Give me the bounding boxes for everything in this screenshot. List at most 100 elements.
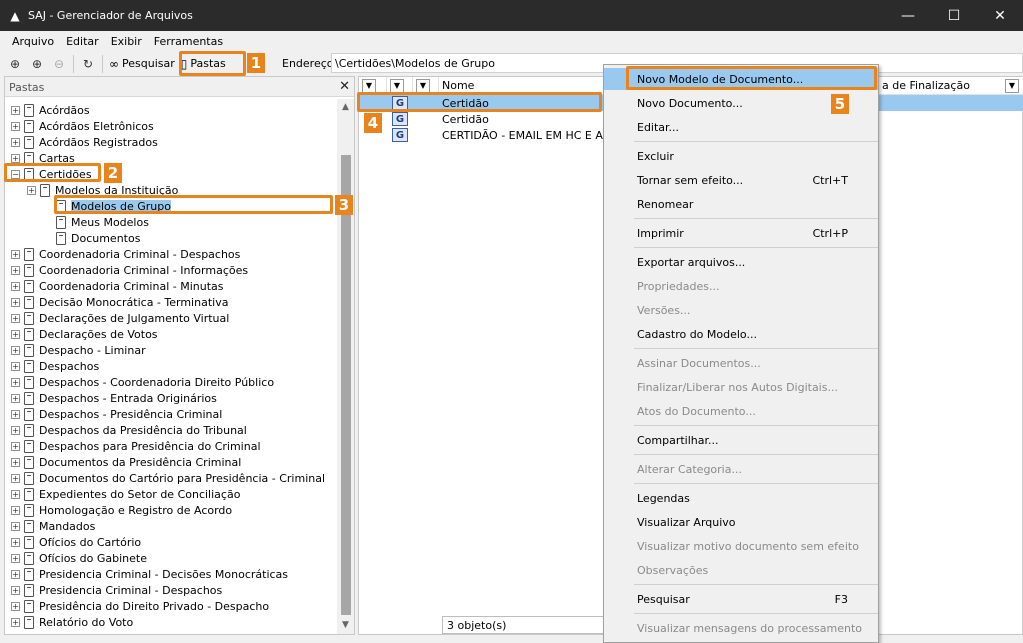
tree-item[interactable]: + Despacho - Liminar — [11, 342, 146, 358]
expand-icon[interactable]: + — [11, 377, 20, 387]
tree-item[interactable]: + Declarações de Julgamento Virtual — [11, 310, 229, 326]
menu-item-template-registry[interactable]: Cadastro do Modelo... — [604, 323, 878, 345]
collapse-icon[interactable]: − — [11, 169, 20, 179]
tree-item[interactable]: + Declarações de Votos — [11, 326, 158, 342]
tree-item[interactable]: + Despachos da Presidência do Tribunal — [11, 422, 247, 438]
add-icon[interactable]: ⊕ — [26, 53, 48, 75]
tree-item[interactable]: + Documentos da Presidência Criminal — [11, 454, 241, 470]
expand-icon[interactable]: + — [11, 329, 20, 339]
close-panel-icon[interactable]: ✕ — [339, 79, 350, 94]
tree-item[interactable]: + Despachos - Presidência Criminal — [11, 406, 222, 422]
tree-item[interactable]: Modelos de Grupo — [43, 198, 171, 214]
menu-item-view-void-reason[interactable]: Visualizar motivo documento sem efeito — [604, 535, 878, 557]
menu-item-rename[interactable]: Renomear — [604, 193, 878, 215]
expand-icon[interactable]: + — [11, 281, 20, 291]
expand-icon[interactable]: + — [11, 393, 20, 403]
menu-item-share[interactable]: Compartilhar... — [604, 429, 878, 451]
expand-icon[interactable]: + — [11, 569, 20, 579]
menu-item-export[interactable]: Exportar arquivos... — [604, 251, 878, 273]
tree-item[interactable]: − Certidões — [11, 166, 92, 182]
tree-item[interactable]: + Acórdãos Eletrônicos — [11, 118, 154, 134]
tree-item[interactable]: + Decisão Monocrática - Terminativa — [11, 294, 228, 310]
menu-item-sign[interactable]: Assinar Documentos... — [604, 352, 878, 374]
expand-icon[interactable]: + — [11, 425, 20, 435]
expand-icon[interactable]: + — [11, 489, 20, 499]
menu-item-edit[interactable]: Editar... — [604, 116, 878, 138]
expand-icon[interactable]: + — [11, 617, 20, 627]
expand-icon[interactable]: + — [11, 249, 20, 259]
expand-icon[interactable]: + — [11, 265, 20, 275]
tree-item[interactable]: + Despachos — [11, 358, 99, 374]
refresh-icon[interactable]: ↻ — [77, 53, 99, 75]
menu-item-search[interactable]: Pesquisar F3 — [604, 588, 878, 610]
expand-icon[interactable]: + — [11, 345, 20, 355]
menu-ferramentas[interactable]: Ferramentas — [148, 35, 229, 48]
scrollbar-thumb[interactable] — [341, 155, 351, 615]
dropdown-icon[interactable]: ▼ — [362, 78, 376, 93]
expand-icon[interactable]: + — [11, 313, 20, 323]
expand-icon[interactable]: + — [11, 537, 20, 547]
tree-item[interactable]: + Presidencia Criminal - Decisões Monocrá… — [11, 566, 288, 582]
expand-icon[interactable]: + — [11, 121, 20, 131]
menu-item-properties[interactable]: Propriedades... — [604, 275, 878, 297]
tree-item[interactable]: + Ofícios do Gabinete — [11, 550, 147, 566]
menu-item-processing-messages[interactable]: Visualizar mensagens do processamento — [604, 617, 878, 639]
expand-icon[interactable]: + — [11, 137, 20, 147]
scroll-up-icon[interactable]: ▲ — [337, 99, 354, 116]
dropdown-icon[interactable]: ▼ — [390, 78, 404, 93]
tree-item[interactable]: + Coordenadoria Criminal - Informações — [11, 262, 248, 278]
column-filter-1[interactable]: ▼ — [359, 77, 387, 95]
expand-icon[interactable]: + — [11, 553, 20, 563]
menu-item-print[interactable]: Imprimir Ctrl+P — [604, 222, 878, 244]
close-button[interactable]: ✕ — [977, 0, 1023, 31]
tree-item[interactable]: + Despachos - Entrada Originários — [11, 390, 217, 406]
tree-item[interactable]: + Homologação e Registro de Acordo — [11, 502, 232, 518]
column-filter-2[interactable]: ▼ — [387, 77, 413, 95]
tree-item[interactable]: + Acórdãos — [11, 102, 90, 118]
tree-item[interactable]: + Documentos do Cartório para Presidência… — [11, 470, 325, 486]
expand-icon[interactable]: + — [27, 185, 36, 195]
menu-item-delete[interactable]: Excluir — [604, 145, 878, 167]
expand-icon[interactable]: + — [11, 153, 20, 163]
tree-item[interactable]: + Acórdãos Registrados — [11, 134, 158, 150]
tree-item[interactable]: Documentos — [43, 230, 140, 246]
menu-item-void[interactable]: Tornar sem efeito... Ctrl+T — [604, 169, 878, 191]
expand-icon[interactable]: + — [11, 441, 20, 451]
menu-exibir[interactable]: Exibir — [105, 35, 148, 48]
menu-item-view-file[interactable]: Visualizar Arquivo — [604, 511, 878, 533]
tree-item[interactable]: + Expedientes do Setor de Conciliação — [11, 486, 240, 502]
tree-item[interactable]: + Coordenadoria Criminal - Despachos — [11, 246, 240, 262]
new-folder-icon[interactable]: ⊕ — [4, 53, 26, 75]
tree-item[interactable]: + Cartas — [11, 150, 75, 166]
tree-item[interactable]: + Relatório do Voto — [11, 614, 133, 630]
tree-item[interactable]: + Presidência do Direito Privado - Despac… — [11, 598, 269, 614]
minimize-button[interactable]: — — [885, 0, 931, 31]
menu-item-legends[interactable]: Legendas — [604, 487, 878, 509]
menu-item-versions[interactable]: Versões... — [604, 299, 878, 321]
tree-item[interactable]: Meus Modelos — [43, 214, 149, 230]
menu-item-finalize[interactable]: Finalizar/Liberar nos Autos Digitais... — [604, 376, 878, 398]
expand-icon[interactable]: + — [11, 473, 20, 483]
maximize-button[interactable]: ☐ — [931, 0, 977, 31]
tree-item[interactable]: + Presidencia Criminal - Despachos — [11, 582, 222, 598]
search-button[interactable]: ∞ Pesquisar — [106, 53, 178, 75]
expand-icon[interactable]: + — [11, 601, 20, 611]
expand-icon[interactable]: + — [11, 297, 20, 307]
expand-icon[interactable]: + — [11, 409, 20, 419]
menu-item-change-category[interactable]: Alterar Categoria... — [604, 458, 878, 480]
column-filter-3[interactable]: ▼ — [413, 77, 439, 95]
tree-scrollbar[interactable]: ▲ ▼ — [337, 99, 354, 634]
column-header-finalization[interactable]: a de Finalização ▼ — [879, 77, 1023, 95]
tree-item[interactable]: + Mandados — [11, 518, 95, 534]
menu-item-observations[interactable]: Observações — [604, 559, 878, 581]
expand-icon[interactable]: + — [11, 521, 20, 531]
tree-item[interactable]: + Coordenadoria Criminal - Minutas — [11, 278, 224, 294]
expand-icon[interactable]: + — [11, 361, 20, 371]
menu-arquivo[interactable]: Arquivo — [6, 35, 60, 48]
menu-item-new-template[interactable]: Novo Modelo de Documento... — [604, 68, 878, 90]
remove-icon[interactable]: ⊖ — [48, 53, 70, 75]
tree-item[interactable]: + Ofícios do Cartório — [11, 534, 141, 550]
dropdown-icon[interactable]: ▼ — [1005, 78, 1019, 93]
expand-icon[interactable]: + — [11, 585, 20, 595]
expand-icon[interactable]: + — [11, 105, 20, 115]
